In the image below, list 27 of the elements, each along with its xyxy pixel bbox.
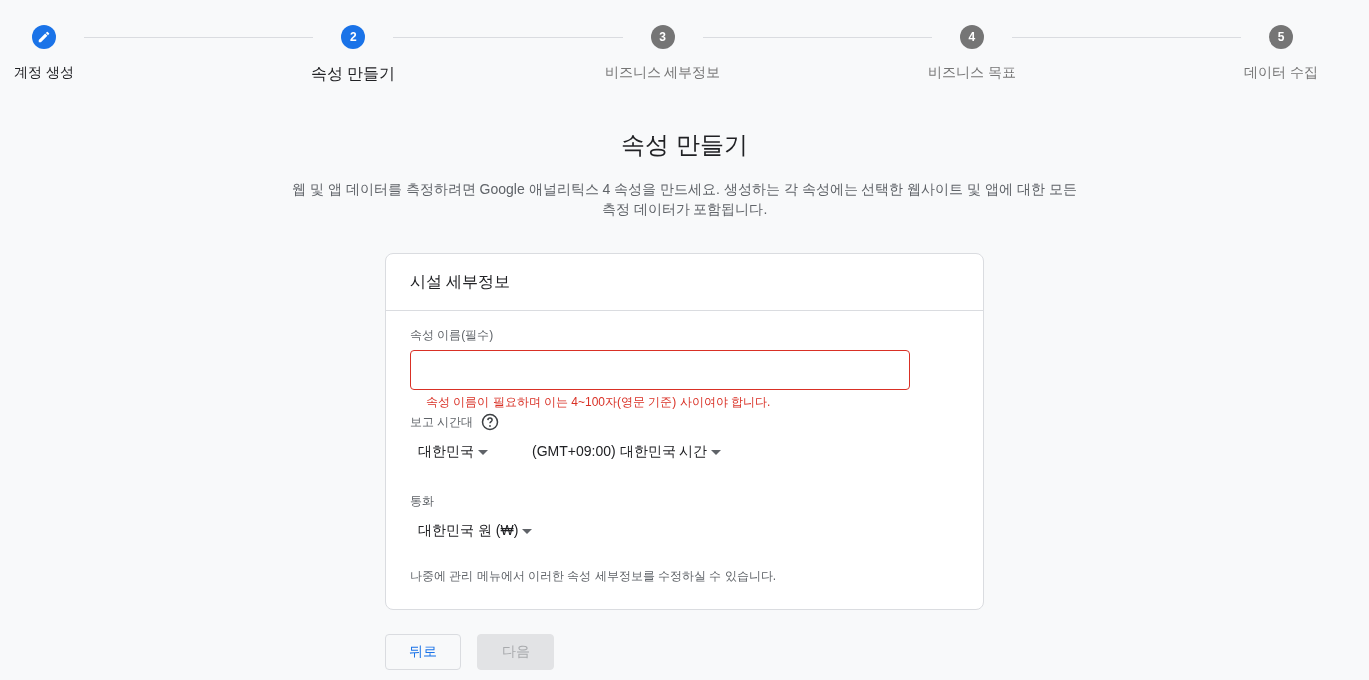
- note-text: 나중에 관리 메뉴에서 이러한 속성 세부정보를 수정하실 수 있습니다.: [410, 568, 777, 585]
- card-title: 시설 세부정보: [410, 271, 511, 292]
- caret-icon: [478, 449, 488, 455]
- step-label: 계정 생성: [14, 64, 74, 82]
- field-label: 통화: [410, 494, 434, 508]
- step-label: 속성 만들기: [311, 64, 396, 84]
- step-indicator: 2: [341, 25, 366, 49]
- step-indicator: 3: [650, 25, 675, 49]
- error-message: 속성 이름이 필요하며 이는 4~100자(영문 기준) 사이여야 합니다.: [426, 394, 772, 411]
- help-icon[interactable]: [481, 413, 500, 431]
- page-title: 속성 만들기: [621, 130, 748, 160]
- property-name-field[interactable]: [410, 350, 910, 390]
- step-label: 데이터 수집: [1244, 64, 1318, 82]
- description: 웹 및 앱 데이터를 측정하려면 Google 애널리틱스 4 속성을 만드세요. 생성하는 각 속성에는 선택한 웹사이트 및 앱에 대한 모든 측정 데이터가 포함됩니다.: [291, 180, 1078, 219]
- back-button[interactable]: 뒤로: [385, 634, 461, 670]
- timezone-dropdown[interactable]: (GMT+09:00) 대한민국 시간: [524, 439, 730, 465]
- step-label: 비즈니스 목표: [927, 64, 1016, 82]
- currency-dropdown[interactable]: 대한민국 원 (₩): [410, 518, 541, 544]
- pencil-icon: [37, 30, 51, 44]
- field-label: 보고 시간대: [410, 413, 474, 431]
- caret-icon: [711, 449, 722, 455]
- field-label: 속성 이름(필수): [410, 328, 494, 342]
- caret-icon: [522, 528, 533, 534]
- timezone-dropdown[interactable]: 대한민국: [410, 439, 496, 465]
- step-label: 비즈니스 세부정보: [604, 64, 721, 82]
- step-indicator: 4: [959, 25, 984, 49]
- step-indicator: 5: [1269, 25, 1293, 49]
